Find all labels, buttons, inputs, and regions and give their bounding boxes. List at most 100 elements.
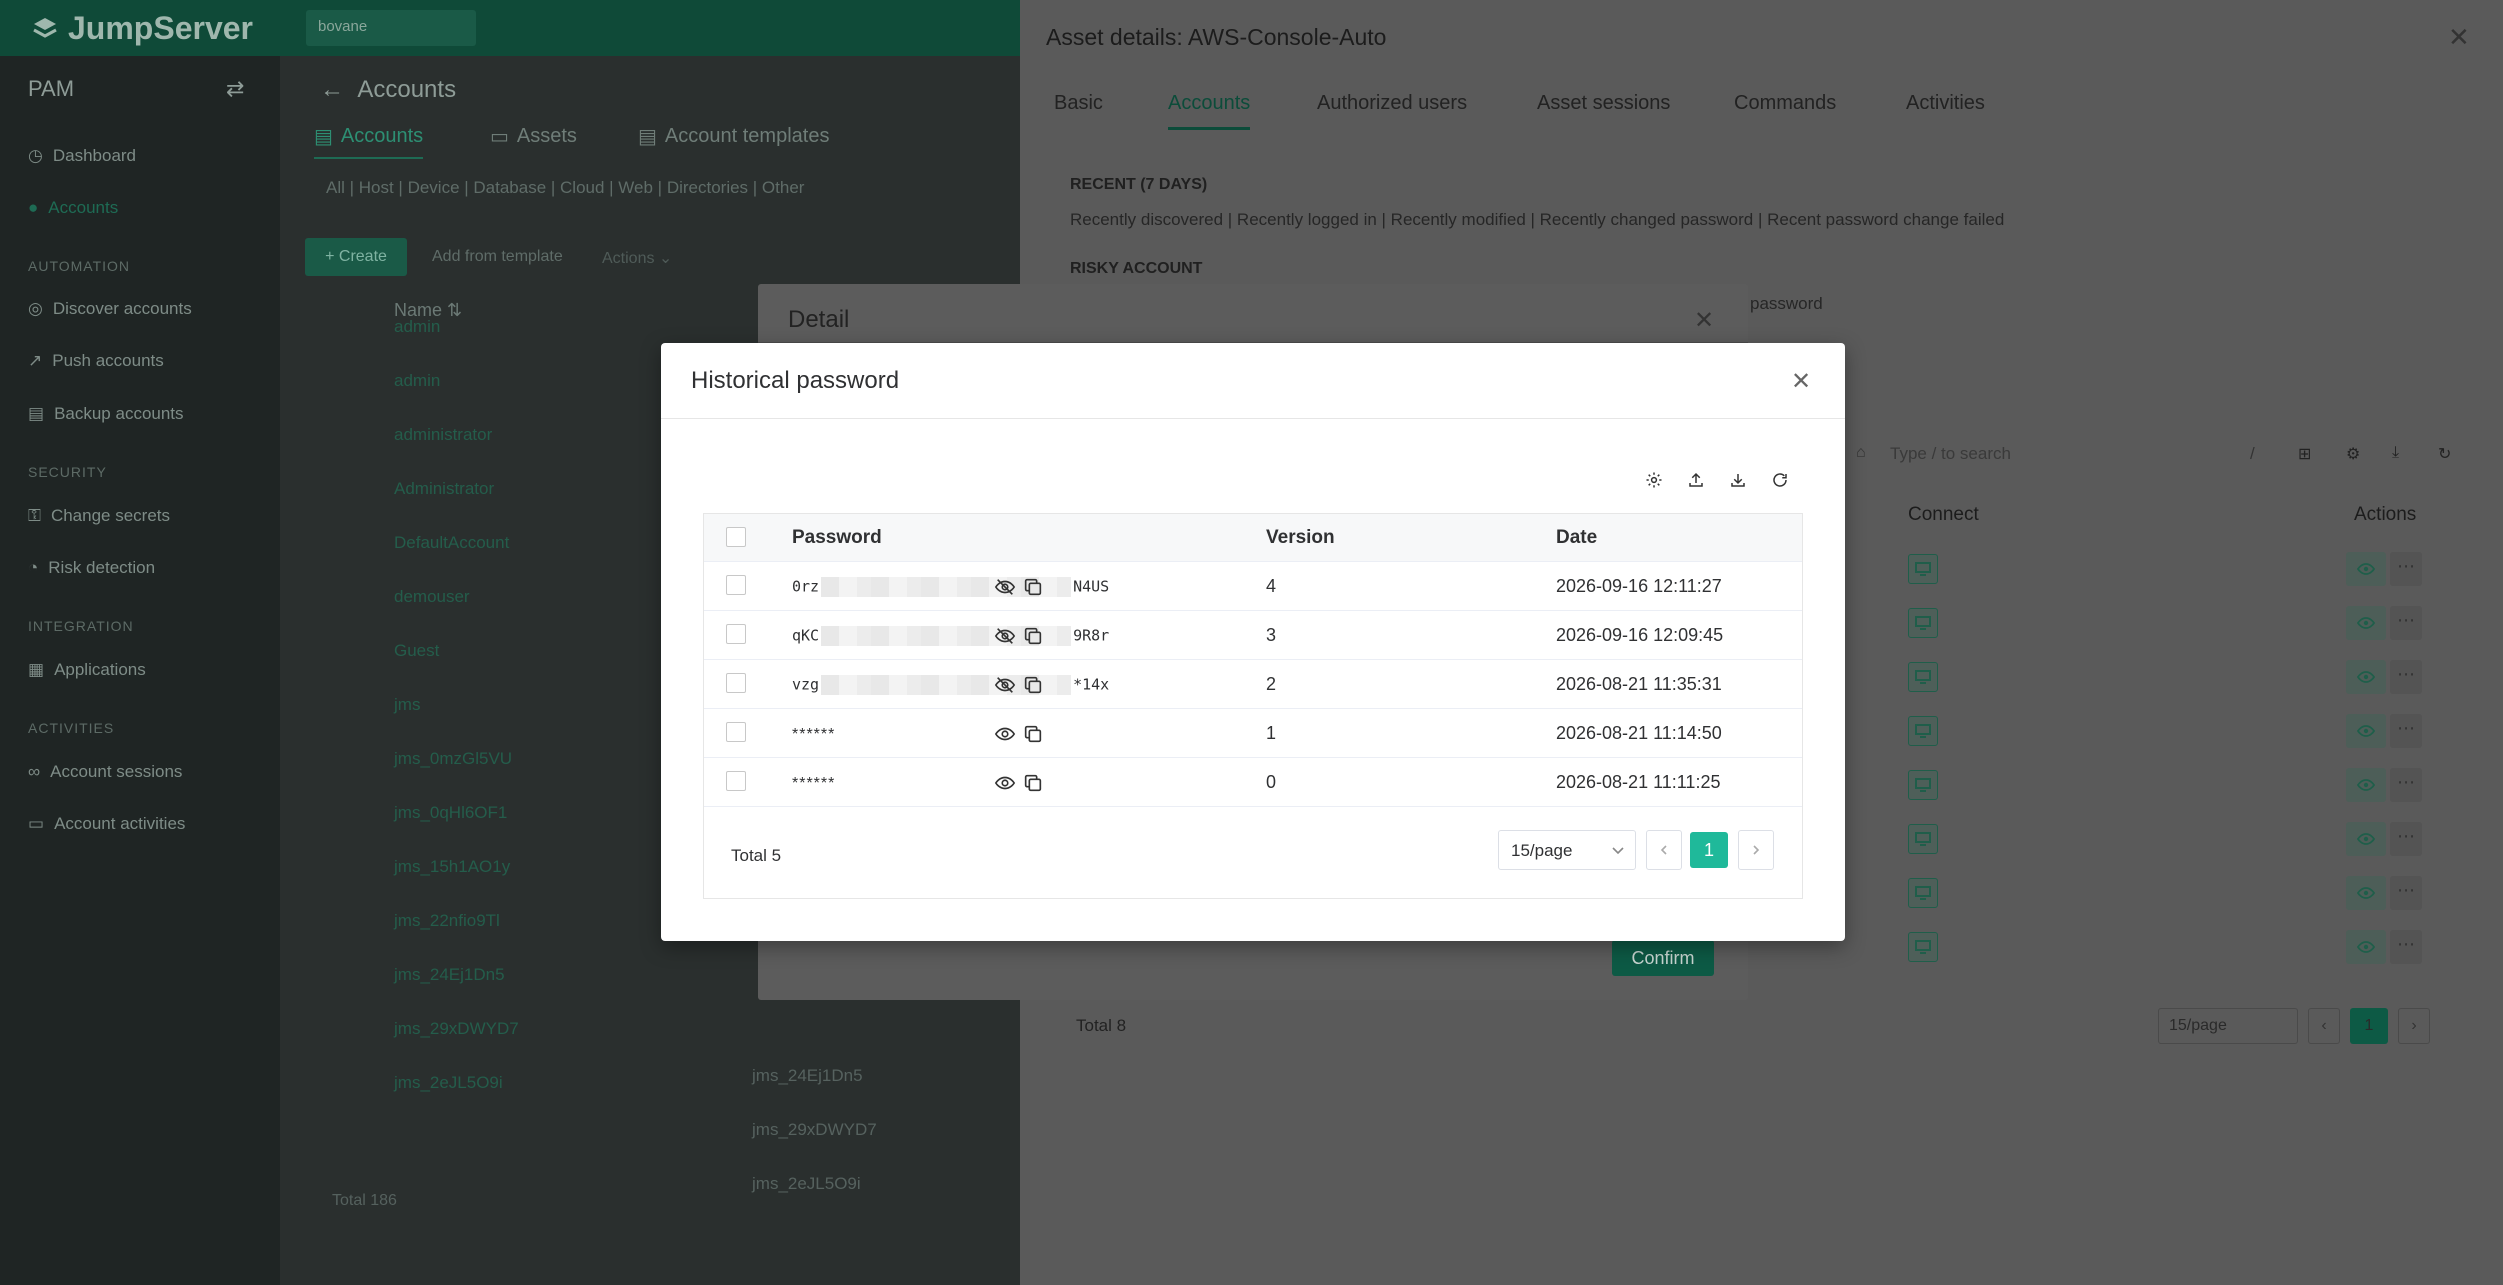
more-actions-button[interactable]: ⋯ <box>2390 876 2422 910</box>
account-name-link[interactable]: jms_24Ej1Dn5 <box>394 965 505 985</box>
account-name-link[interactable]: jms_2eJL5O9i <box>394 1073 503 1093</box>
account-name-link[interactable]: Guest <box>394 641 439 661</box>
sidebar-item-dashboard[interactable]: ◷ Dashboard <box>28 146 136 166</box>
refresh-icon[interactable]: ↻ <box>2438 444 2451 464</box>
tab-activities[interactable]: Activities <box>1906 92 1985 115</box>
account-name-link[interactable]: jms_29xDWYD7 <box>394 1019 519 1039</box>
confirm-button[interactable]: Confirm <box>1612 940 1714 976</box>
org-selector[interactable]: bovane <box>306 10 476 46</box>
account-name-link[interactable]: jms_0mzGl5VU <box>394 749 512 769</box>
sidebar-item-change-secrets[interactable]: ⚿ Change secrets <box>28 506 170 526</box>
upload-icon[interactable] <box>1685 469 1707 491</box>
sidebar-item-push[interactable]: ↗ Push accounts <box>28 351 164 371</box>
sidebar-item-risk[interactable]: ◔ Risk detection <box>28 558 155 578</box>
prev-page-button[interactable] <box>1646 830 1682 870</box>
recent-filters[interactable]: Recently discovered | Recently logged in… <box>1070 210 2004 230</box>
sidebar-item-account-sessions[interactable]: ∞ Account sessions <box>28 762 182 782</box>
next-page-button[interactable] <box>1738 830 1774 870</box>
tab-authorized-users[interactable]: Authorized users <box>1317 92 1467 115</box>
close-icon[interactable]: ✕ <box>2448 22 2470 53</box>
account-name-link[interactable]: jms_15h1AO1y <box>394 857 510 877</box>
more-actions-button[interactable]: ⋯ <box>2390 552 2422 586</box>
sidebar-item-accounts[interactable]: ● Accounts <box>28 198 118 218</box>
connect-button[interactable] <box>1908 662 1938 692</box>
tab-basic[interactable]: Basic <box>1054 92 1103 115</box>
more-actions-button[interactable]: ⋯ <box>2390 822 2422 856</box>
row-checkbox[interactable] <box>726 722 746 742</box>
connect-button[interactable] <box>1908 878 1938 908</box>
switch-icon[interactable]: ⇄ <box>226 76 244 102</box>
view-button[interactable] <box>2346 606 2386 640</box>
tab-account-templates[interactable]: ▤ Account templates <box>638 124 829 149</box>
copy-icon[interactable] <box>1022 674 1044 696</box>
account-name-link[interactable]: administrator <box>394 425 492 445</box>
tab-accounts[interactable]: Accounts <box>1168 92 1251 130</box>
account-name-link[interactable]: admin <box>394 317 440 337</box>
tab-asset-sessions[interactable]: Asset sessions <box>1537 92 1670 115</box>
more-actions-button[interactable]: ⋯ <box>2390 768 2422 802</box>
connect-button[interactable] <box>1908 932 1938 962</box>
category-filters[interactable]: All | Host | Device | Database | Cloud |… <box>326 178 804 198</box>
eye-icon[interactable] <box>994 723 1016 745</box>
more-actions-button[interactable]: ⋯ <box>2390 660 2422 694</box>
refresh-icon[interactable] <box>1769 469 1791 491</box>
eye-icon[interactable] <box>994 772 1016 794</box>
sidebar-item-applications[interactable]: ▦ Applications <box>28 660 146 680</box>
page-size-select[interactable]: 15/page <box>1498 830 1636 870</box>
gear-icon[interactable] <box>1643 469 1665 491</box>
risky-filter[interactable]: password <box>1750 294 1823 314</box>
account-name-link[interactable]: demouser <box>394 587 470 607</box>
connect-button[interactable] <box>1908 716 1938 746</box>
view-button[interactable] <box>2346 822 2386 856</box>
download-icon[interactable]: ⤓ <box>2392 444 2399 462</box>
copy-icon[interactable] <box>1022 625 1044 647</box>
connect-button[interactable] <box>1908 770 1938 800</box>
gear-icon[interactable]: ⚙ <box>2346 444 2360 464</box>
tab-commands[interactable]: Commands <box>1734 92 1836 115</box>
search-input[interactable]: Type / to search <box>1890 444 2290 474</box>
sidebar-item-account-activities[interactable]: ▭ Account activities <box>28 814 185 834</box>
row-checkbox[interactable] <box>726 771 746 791</box>
copy-icon[interactable] <box>1022 576 1044 598</box>
prev-page-button[interactable]: ‹ <box>2308 1008 2340 1044</box>
tree-icon[interactable]: ⊞ <box>2298 444 2311 464</box>
account-name-link[interactable]: jms_22nfio9Tl <box>394 911 500 931</box>
view-button[interactable] <box>2346 768 2386 802</box>
eye-off-icon[interactable] <box>994 625 1016 647</box>
connect-button[interactable] <box>1908 824 1938 854</box>
view-button[interactable] <box>2346 876 2386 910</box>
connect-button[interactable] <box>1908 554 1938 584</box>
account-name-link[interactable]: admin <box>394 371 440 391</box>
sidebar-item-discover[interactable]: ◎ Discover accounts <box>28 299 192 319</box>
view-button[interactable] <box>2346 660 2386 694</box>
tab-accounts[interactable]: ▤ Accounts <box>314 124 424 159</box>
account-name-link[interactable]: Administrator <box>394 479 494 499</box>
copy-icon[interactable] <box>1022 723 1044 745</box>
close-icon[interactable]: ✕ <box>1791 367 1811 396</box>
copy-icon[interactable] <box>1022 772 1044 794</box>
eye-off-icon[interactable] <box>994 576 1016 598</box>
account-name-link[interactable]: jms_0qHl6OF1 <box>394 803 507 823</box>
back-arrow-icon[interactable]: ← <box>320 76 344 103</box>
tab-assets[interactable]: ▭ Assets <box>490 124 577 149</box>
actions-dropdown[interactable]: Actions ⌄ <box>602 238 672 268</box>
row-checkbox[interactable] <box>726 624 746 644</box>
row-checkbox[interactable] <box>726 575 746 595</box>
view-button[interactable] <box>2346 552 2386 586</box>
sidebar-item-backup[interactable]: ▤ Backup accounts <box>28 404 184 424</box>
add-from-template-button[interactable]: Add from template <box>432 238 563 266</box>
tag-icon[interactable]: ⌂ <box>1856 444 1866 462</box>
connect-button[interactable] <box>1908 608 1938 638</box>
page-size-select[interactable]: 15/page <box>2158 1008 2298 1044</box>
download-icon[interactable] <box>1727 469 1749 491</box>
current-page[interactable]: 1 <box>2350 1008 2388 1044</box>
view-button[interactable] <box>2346 714 2386 748</box>
view-button[interactable] <box>2346 930 2386 964</box>
account-name-link[interactable]: jms <box>394 695 420 715</box>
select-all-checkbox[interactable] <box>726 527 746 547</box>
close-icon[interactable]: ✕ <box>1694 306 1714 335</box>
more-actions-button[interactable]: ⋯ <box>2390 606 2422 640</box>
create-button[interactable]: + Create <box>305 238 407 276</box>
more-actions-button[interactable]: ⋯ <box>2390 714 2422 748</box>
eye-off-icon[interactable] <box>994 674 1016 696</box>
